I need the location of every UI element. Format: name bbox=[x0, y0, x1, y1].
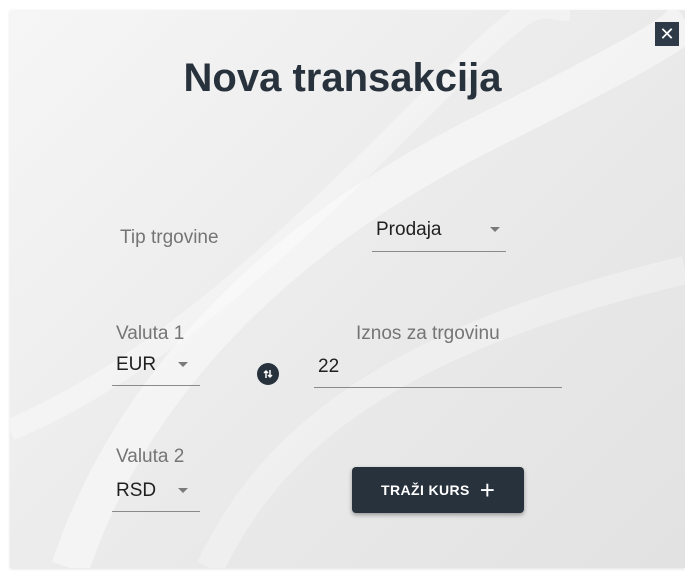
currency1-value: EUR bbox=[116, 353, 157, 375]
search-rate-button-label: TRAŽI KURS bbox=[381, 482, 470, 498]
chevron-down-icon bbox=[178, 362, 188, 367]
search-rate-button[interactable]: TRAŽI KURS + bbox=[352, 467, 524, 513]
plus-icon: + bbox=[479, 475, 495, 505]
currency2-label: Valuta 2 bbox=[116, 446, 185, 467]
close-button[interactable]: ✕ bbox=[655, 22, 679, 46]
dialog-title: Nova transakcija bbox=[183, 56, 502, 100]
trade-type-label: Tip trgovine bbox=[120, 227, 219, 248]
close-icon: ✕ bbox=[659, 24, 675, 44]
swap-icon[interactable] bbox=[257, 363, 279, 385]
chevron-down-icon bbox=[490, 227, 500, 232]
currency1-label: Valuta 1 bbox=[116, 323, 185, 344]
currency2-value: RSD bbox=[116, 479, 157, 501]
chevron-down-icon bbox=[178, 488, 188, 493]
new-transaction-dialog: ✕ Nova transakcija Tip trgovine Prodaja … bbox=[10, 10, 685, 568]
currency1-select[interactable]: EUR bbox=[112, 350, 200, 386]
trade-type-value: Prodaja bbox=[376, 218, 442, 240]
amount-label: Iznos za trgovinu bbox=[356, 323, 500, 344]
swap-arrows-icon bbox=[263, 369, 273, 379]
currency2-select[interactable]: RSD bbox=[112, 476, 200, 512]
trade-type-select[interactable]: Prodaja bbox=[372, 214, 506, 252]
amount-input[interactable] bbox=[314, 352, 562, 388]
